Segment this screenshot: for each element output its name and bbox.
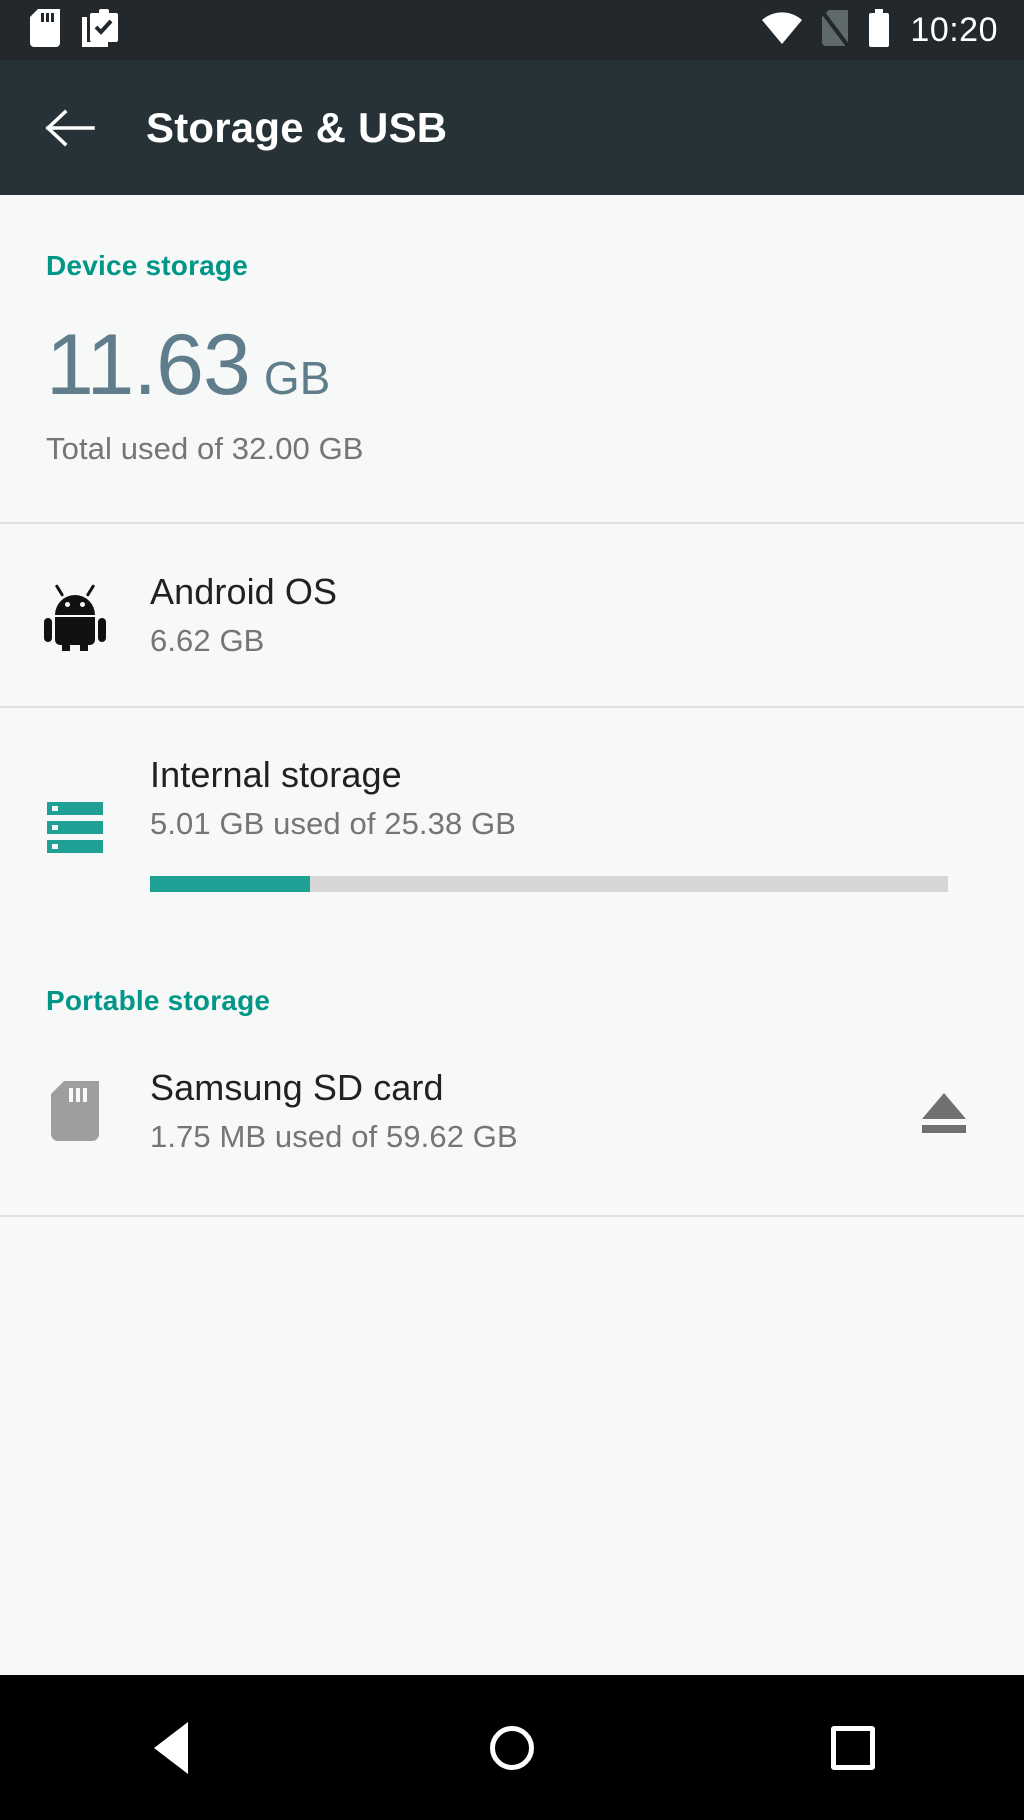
storage-item-samsung-sd-card[interactable]: Samsung SD card 1.75 MB used of 59.62 GB [0, 1017, 1024, 1177]
storage-item-text: Samsung SD card 1.75 MB used of 59.62 GB [150, 1067, 884, 1155]
nav-back-button[interactable] [96, 1675, 246, 1820]
navigation-bar [0, 1675, 1024, 1820]
storage-item-text: Internal storage 5.01 GB used of 25.38 G… [150, 754, 1004, 892]
total-used-caption: Total used of 32.00 GB [46, 430, 364, 466]
settings-content: Device storage 11.63 GB Total used of 32… [0, 195, 1024, 1675]
no-sim-icon [822, 9, 851, 51]
battery-full-icon [868, 8, 890, 52]
status-bar: 10:20 [0, 0, 1024, 60]
total-used-amount-row: 11.63 GB [46, 317, 1024, 413]
storage-item-title: Android OS [150, 570, 338, 612]
app-bar: Storage & USB [0, 60, 1024, 195]
sd-card-icon [30, 8, 60, 52]
storage-item-title: Internal storage [150, 753, 402, 795]
progress-fill [150, 875, 310, 892]
storage-item-android-os[interactable]: Android OS 6.62 GB [0, 524, 1024, 706]
wifi-icon [762, 11, 803, 49]
nav-home-button[interactable] [437, 1675, 587, 1820]
nav-recents-icon [831, 1725, 876, 1770]
eject-icon [922, 1092, 966, 1133]
storage-item-internal-storage[interactable]: Internal storage 5.01 GB used of 25.38 G… [0, 708, 1024, 923]
device-storage-summary: 11.63 GB Total used of 32.00 GB [0, 282, 1024, 467]
back-arrow-icon [45, 109, 95, 146]
total-used-amount: 11.63 [46, 317, 251, 413]
section-header-device-storage: Device storage [46, 250, 249, 281]
nav-recents-button[interactable] [778, 1675, 928, 1820]
progress-track [150, 875, 948, 892]
total-used-unit: GB [263, 352, 331, 404]
status-bar-right-icons: 10:20 [762, 8, 1024, 52]
eject-button[interactable] [884, 1087, 1004, 1135]
sd-card-icon [0, 1080, 150, 1141]
internal-storage-icon [0, 754, 150, 854]
storage-item-subtitle: 6.62 GB [150, 622, 265, 658]
storage-item-subtitle: 1.75 MB used of 59.62 GB [150, 1118, 518, 1154]
storage-item-subtitle: 5.01 GB used of 25.38 GB [150, 805, 517, 841]
nav-home-icon [489, 1725, 534, 1770]
storage-item-title: Samsung SD card [150, 1066, 444, 1108]
android-robot-icon [0, 581, 150, 651]
nav-back-icon [153, 1721, 188, 1774]
section-header-portable-storage: Portable storage [46, 984, 271, 1016]
storage-item-text: Android OS 6.62 GB [150, 571, 1004, 659]
status-bar-left-icons [0, 8, 118, 52]
status-bar-clock: 10:20 [910, 11, 998, 49]
internal-storage-progress [150, 842, 994, 892]
page-title: Storage & USB [146, 103, 448, 151]
divider [0, 1214, 1024, 1217]
storage-settings-screen: 10:20 Storage & USB Device storage 11.63… [0, 0, 1024, 1820]
clipboard-check-icon [82, 8, 118, 52]
back-button[interactable] [30, 88, 110, 168]
